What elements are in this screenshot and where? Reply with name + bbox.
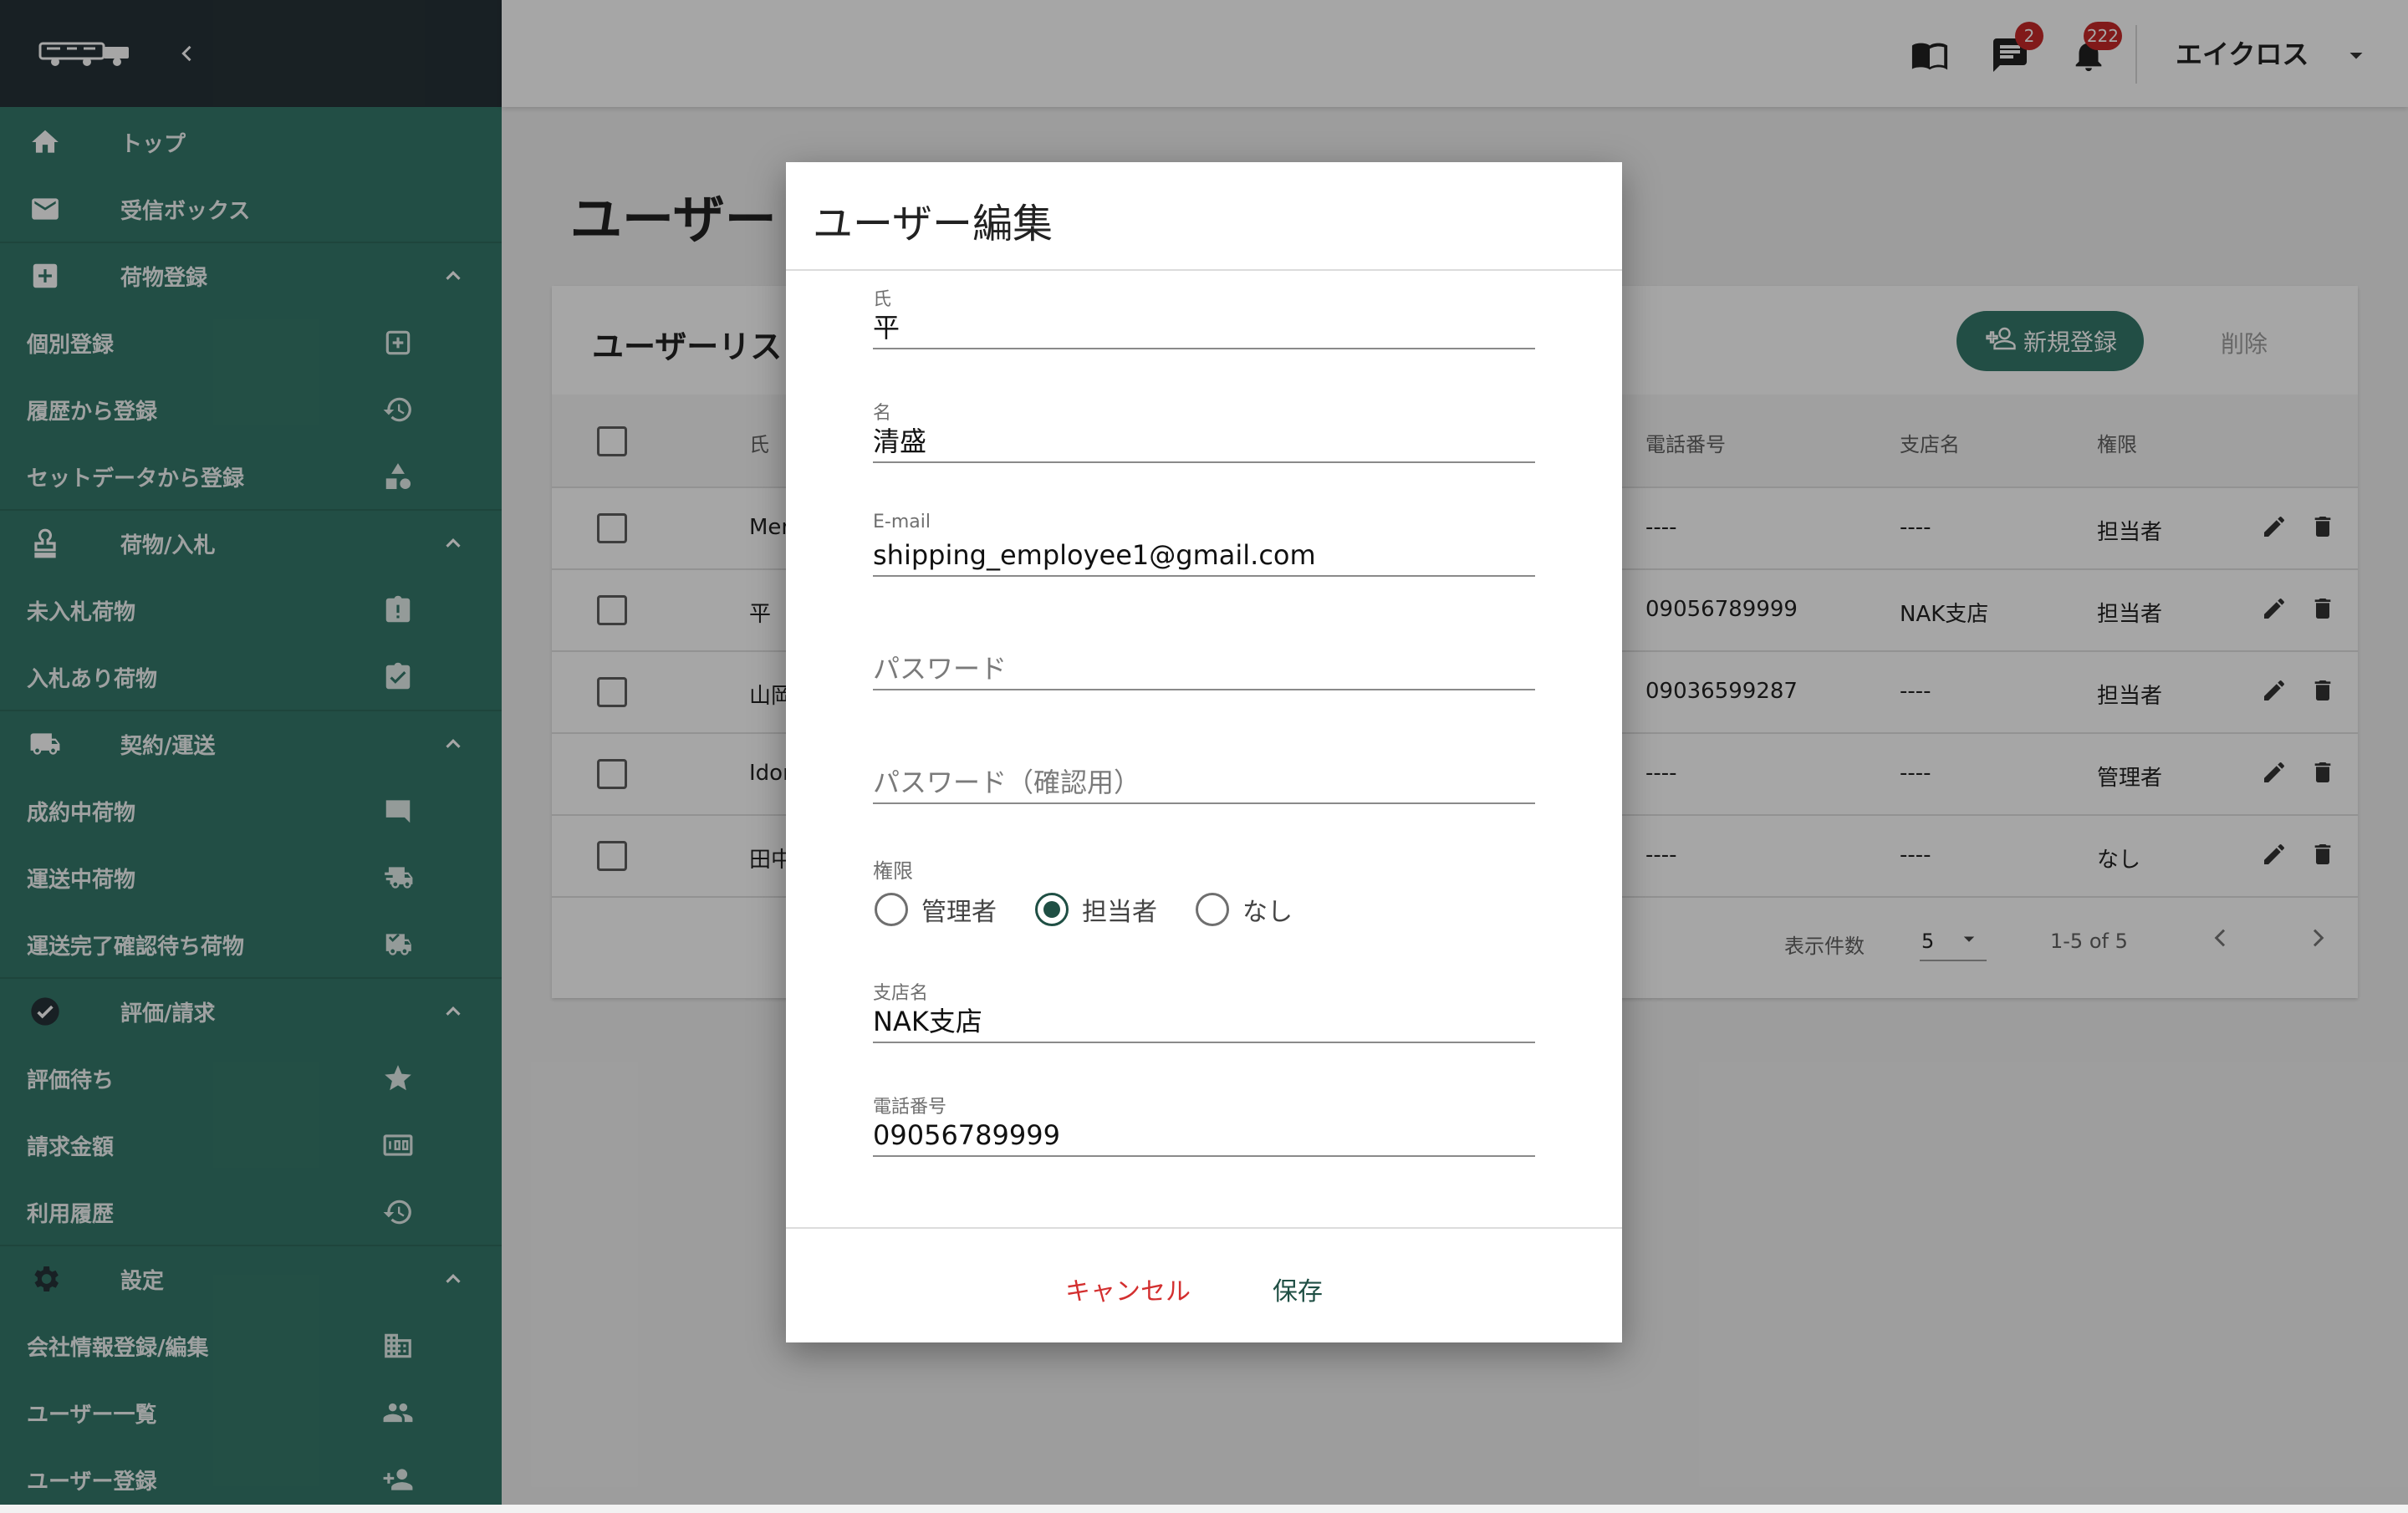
role-option-staff[interactable]: 担当者: [1035, 891, 1157, 928]
field-label: 名: [873, 403, 892, 424]
field-underline: [873, 802, 1535, 804]
field-label: 氏: [873, 289, 892, 310]
radio-label: 管理者: [921, 898, 997, 927]
cancel-button[interactable]: キャンセル: [1065, 1271, 1191, 1307]
radio-label: なし: [1242, 898, 1293, 927]
field-underline: [873, 461, 1535, 463]
field-label: E-mail: [873, 512, 931, 532]
field-underline: [873, 348, 1535, 349]
radio-label: 担当者: [1082, 898, 1157, 927]
edit-user-dialog: ユーザー編集 氏 平 名 清盛 E-mail shipping_employee…: [786, 162, 1622, 1342]
radio-button[interactable]: [875, 893, 908, 926]
divider: [786, 1227, 1622, 1229]
password-field[interactable]: パスワード: [873, 649, 1535, 690]
role-label: 権限: [873, 859, 913, 883]
field-underline: [873, 1155, 1535, 1157]
radio-button-selected[interactable]: [1035, 893, 1069, 926]
dialog-title: ユーザー編集: [813, 201, 1054, 247]
field-underline: [873, 689, 1535, 690]
phone-field[interactable]: 電話番号 09056789999: [873, 1092, 1535, 1157]
field-label: 電話番号: [873, 1097, 947, 1118]
role-option-admin[interactable]: 管理者: [875, 891, 997, 928]
last-name-input[interactable]: 平: [873, 308, 1535, 348]
last-name-field[interactable]: 氏 平: [873, 284, 1535, 349]
email-input[interactable]: shipping_employee1@gmail.com: [873, 535, 1535, 575]
branch-input[interactable]: NAK支店: [873, 1001, 1535, 1042]
divider: [786, 269, 1622, 271]
role-option-none[interactable]: なし: [1196, 891, 1293, 928]
phone-input[interactable]: 09056789999: [873, 1115, 1535, 1155]
branch-field[interactable]: 支店名 NAK支店: [873, 978, 1535, 1043]
password-input[interactable]: パスワード: [873, 649, 1535, 689]
first-name-field[interactable]: 名 清盛: [873, 398, 1535, 463]
password-confirm-field[interactable]: パスワード（確認用）: [873, 762, 1535, 804]
save-button[interactable]: 保存: [1273, 1271, 1323, 1307]
field-underline: [873, 1042, 1535, 1043]
first-name-input[interactable]: 清盛: [873, 421, 1535, 461]
radio-button[interactable]: [1196, 893, 1229, 926]
field-underline: [873, 575, 1535, 577]
field-label: 支店名: [873, 983, 929, 1004]
password-confirm-input[interactable]: パスワード（確認用）: [873, 762, 1535, 802]
email-field[interactable]: E-mail shipping_employee1@gmail.com: [873, 512, 1535, 577]
